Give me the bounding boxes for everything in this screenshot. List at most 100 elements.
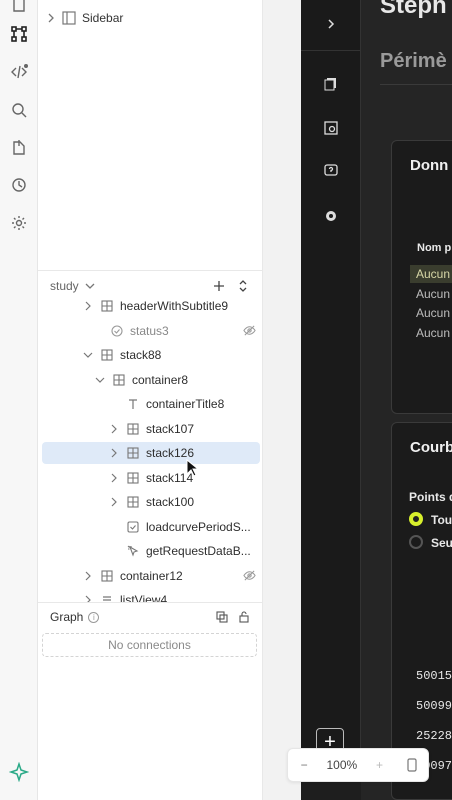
card-title: Courb — [410, 439, 452, 456]
document-icon[interactable] — [9, 0, 29, 14]
add-icon[interactable] — [211, 278, 227, 294]
divider — [380, 84, 452, 85]
chevron-right-icon[interactable] — [82, 594, 94, 602]
pointer-icon — [126, 544, 140, 558]
chevron-right-icon[interactable] — [82, 570, 94, 582]
radio-label: Tou — [431, 513, 452, 527]
tree-item-label: stack107 — [146, 421, 195, 436]
curve-card: Courb — [391, 422, 452, 800]
eye-off-icon[interactable] — [242, 324, 256, 338]
device-preview-icon[interactable] — [402, 755, 422, 775]
ai-assistant-icon[interactable] — [8, 761, 30, 783]
grid-icon — [100, 569, 114, 583]
zoom-bar: − 100% + — [287, 748, 429, 782]
no-connections-placeholder: No connections — [42, 633, 257, 657]
documents-icon[interactable] — [321, 74, 341, 94]
tree-item-stack114[interactable]: stack114 — [42, 467, 260, 489]
tree-item-listview4[interactable]: listView4 — [42, 589, 260, 602]
card-title: Donn — [410, 157, 449, 174]
gear-icon[interactable] — [321, 206, 341, 226]
table-cell[interactable]: Aucun — [410, 304, 452, 322]
tree-item-loadcurveperiods[interactable]: loadcurvePeriodS... — [42, 516, 260, 538]
study-bar: study — [38, 270, 263, 300]
tree-item-label: containerTitle8 — [146, 397, 225, 411]
app-title: Stéph — [380, 0, 447, 19]
chevron-right-icon[interactable] — [108, 496, 120, 508]
tree-item-status3[interactable]: status3 — [42, 320, 260, 342]
text-icon — [126, 397, 140, 411]
column-header: Nom p — [417, 242, 452, 254]
table-cell[interactable]: Aucun — [410, 265, 452, 283]
value-label: 50015 — [416, 669, 452, 683]
value-label: 25228 — [416, 729, 452, 743]
chevron-down-icon[interactable] — [85, 281, 95, 291]
component-tree: headerWithSubtitle9 status3 stack88 contain… — [38, 300, 263, 602]
expand-rail-icon[interactable] — [321, 14, 341, 34]
explorer-panel: Sidebar study headerWithSubtitle9 status3… — [38, 0, 263, 800]
chevron-right-icon[interactable] — [108, 472, 120, 484]
list-icon — [100, 593, 114, 602]
chevron-down-icon[interactable] — [82, 349, 94, 361]
tree-item-label: loadcurvePeriodS... — [146, 519, 251, 534]
info-icon[interactable]: i — [88, 611, 100, 623]
settings-icon[interactable] — [9, 213, 29, 233]
radio-option-selected[interactable] — [409, 512, 423, 526]
search-icon[interactable] — [9, 100, 29, 120]
icon-rail — [0, 0, 38, 800]
tree-item-stack126[interactable]: stack126 — [42, 442, 260, 464]
tree-item-container8[interactable]: container8 — [42, 369, 260, 391]
code-icon[interactable] — [9, 62, 29, 82]
component-tree-icon[interactable] — [9, 24, 29, 44]
history-icon[interactable] — [9, 175, 29, 195]
app-preview-frame[interactable]: Stéph Périmè Donn Nom p Aucun Aucun Aucu… — [301, 0, 452, 800]
sidebar-layout-icon — [62, 11, 76, 25]
zoom-out-icon[interactable]: − — [294, 755, 314, 775]
grid-icon — [126, 495, 140, 509]
search-document-icon[interactable] — [321, 118, 341, 138]
chevron-right-icon[interactable] — [108, 447, 120, 459]
expand-collapse-icon[interactable] — [235, 278, 251, 294]
graph-section: Graph i No connections — [38, 602, 263, 800]
sidebar-node-label: Sidebar — [82, 11, 124, 25]
tree-item-getrequestdatab[interactable]: getRequestDataB... — [42, 540, 260, 562]
tree-item-stack88[interactable]: stack88 — [42, 344, 260, 366]
tree-item-headerwithsubtitle9[interactable]: headerWithSubtitle9 — [42, 300, 260, 317]
copy-icon[interactable] — [215, 610, 229, 624]
tree-item-containertitle8[interactable]: containerTitle8 — [42, 393, 260, 415]
app-main: Stéph Périmè Donn Nom p Aucun Aucun Aucu… — [361, 0, 452, 800]
grid-icon — [100, 348, 114, 362]
tree-item-label: container8 — [132, 372, 189, 387]
chevron-right-icon[interactable] — [82, 300, 94, 312]
tree-item-label: headerWithSubtitle9 — [120, 300, 229, 313]
tree-item-container12[interactable]: container12 — [42, 565, 260, 587]
tree-item-label: getRequestDataB... — [146, 544, 251, 558]
value-label: 50099 — [416, 699, 452, 713]
grid-icon — [126, 471, 140, 485]
tree-item-stack100[interactable]: stack100 — [42, 491, 260, 513]
zoom-level[interactable]: 100% — [326, 758, 357, 772]
chevron-right-icon[interactable] — [108, 423, 120, 435]
zoom-in-icon[interactable]: + — [369, 755, 389, 775]
tree-item-label: container12 — [120, 568, 183, 583]
chevron-right-icon[interactable] — [46, 13, 56, 23]
tree-item-label: stack88 — [120, 348, 162, 362]
tree-item-stack107[interactable]: stack107 — [42, 418, 260, 440]
help-icon[interactable] — [321, 161, 341, 181]
table-cell[interactable]: Aucun — [410, 324, 452, 342]
chevron-down-icon[interactable] — [94, 374, 106, 386]
export-icon[interactable] — [9, 137, 29, 157]
table-cell[interactable]: Aucun — [410, 285, 452, 303]
lock-icon[interactable] — [237, 610, 251, 624]
study-selector[interactable]: study — [50, 279, 79, 293]
status-icon — [110, 324, 124, 338]
sidebar-node[interactable]: Sidebar — [46, 8, 123, 28]
eye-off-icon[interactable] — [242, 569, 256, 583]
grid-icon — [112, 373, 126, 387]
tree-item-label: listView4 — [120, 593, 168, 602]
radio-option[interactable] — [409, 535, 423, 549]
grid-icon — [126, 422, 140, 436]
